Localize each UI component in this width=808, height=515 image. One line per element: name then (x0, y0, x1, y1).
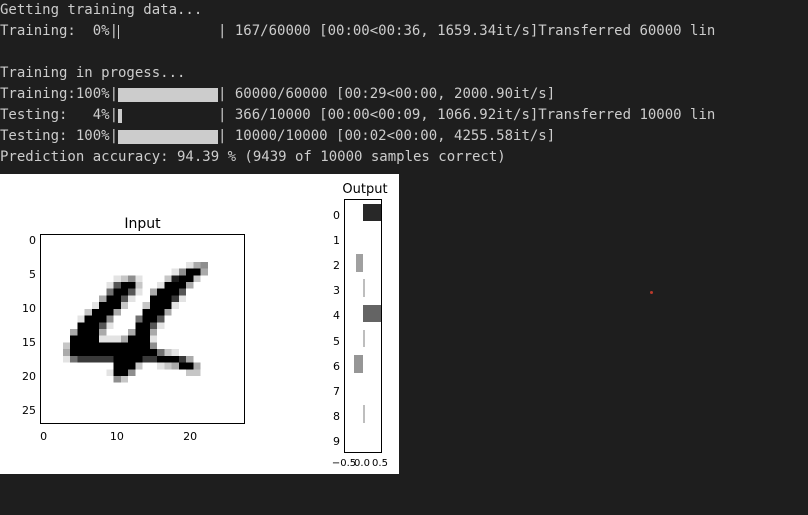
output-ytick-label: 6 (328, 356, 340, 377)
xtick-label: 10 (102, 426, 132, 447)
output-plot-title: Output (335, 179, 395, 200)
output-bar (363, 330, 365, 348)
xtick-label: 0 (29, 426, 59, 447)
log-line: Training in progess... (0, 63, 808, 84)
output-ytick-label: 4 (328, 305, 340, 326)
ytick-label: 25 (6, 400, 36, 421)
progress-stats: | 10000/10000 [00:02<00:00, 4255.58it/s] (218, 126, 555, 147)
ytick-label: 5 (6, 264, 36, 285)
output-xtick-label: 0.5 (360, 453, 400, 474)
progress-line: Training:100%| | 60000/60000 [00:29<00:0… (0, 84, 808, 105)
input-digit-image (41, 235, 244, 423)
progress-stats: | 167/60000 [00:00<00:36, 1659.34it/s]Tr… (218, 21, 715, 42)
input-plot-axes (40, 234, 245, 424)
ytick-label: 20 (6, 366, 36, 387)
progress-label: Training:100%| (0, 84, 118, 105)
log-line (0, 42, 808, 63)
ytick-label: 0 (6, 230, 36, 251)
output-bar (354, 355, 363, 373)
progress-label: Testing: 4%| (0, 105, 118, 126)
output-ytick-label: 1 (328, 230, 340, 251)
output-ytick-label: 7 (328, 381, 340, 402)
xtick-label: 20 (175, 426, 205, 447)
terminal-output: Getting training data... Training: 0%| |… (0, 0, 808, 168)
progress-line: Training: 0%| | 167/60000 [00:00<00:36, … (0, 21, 808, 42)
output-bar (363, 305, 381, 323)
progress-line: Testing: 4%| | 366/10000 [00:00<00:09, 1… (0, 105, 808, 126)
progress-label: Training: 0%| (0, 21, 118, 42)
output-ytick-label: 2 (328, 255, 340, 276)
ytick-label: 10 (6, 298, 36, 319)
output-plot-axes (344, 199, 382, 453)
progress-bar (118, 130, 218, 144)
progress-stats: | 60000/60000 [00:29<00:00, 2000.90it/s] (218, 84, 555, 105)
output-bar (363, 279, 365, 297)
progress-label: Testing: 100%| (0, 126, 118, 147)
output-bar (356, 254, 363, 272)
output-ytick-label: 0 (328, 205, 340, 226)
output-ytick-label: 8 (328, 406, 340, 427)
ytick-label: 15 (6, 332, 36, 353)
output-bar (363, 204, 382, 222)
cursor-dot-icon (650, 291, 653, 294)
progress-line: Testing: 100%| | 10000/10000 [00:02<00:0… (0, 126, 808, 147)
log-line: Getting training data... (0, 0, 808, 21)
progress-bar (118, 25, 218, 39)
output-bar (363, 405, 365, 423)
progress-bar (118, 88, 218, 102)
progress-bar (118, 109, 218, 123)
matplotlib-figure: Input 0 5 10 15 20 25 0 10 20 Output 0 1 2 3 4 5 6 7 8 9… (0, 174, 399, 474)
output-ytick-label: 5 (328, 331, 340, 352)
progress-stats: | 366/10000 [00:00<00:09, 1066.92it/s]Tr… (218, 105, 715, 126)
input-plot-title: Input (40, 214, 245, 235)
output-ytick-label: 9 (328, 431, 340, 452)
output-ytick-label: 3 (328, 280, 340, 301)
accuracy-line: Prediction accuracy: 94.39 % (9439 of 10… (0, 147, 808, 168)
